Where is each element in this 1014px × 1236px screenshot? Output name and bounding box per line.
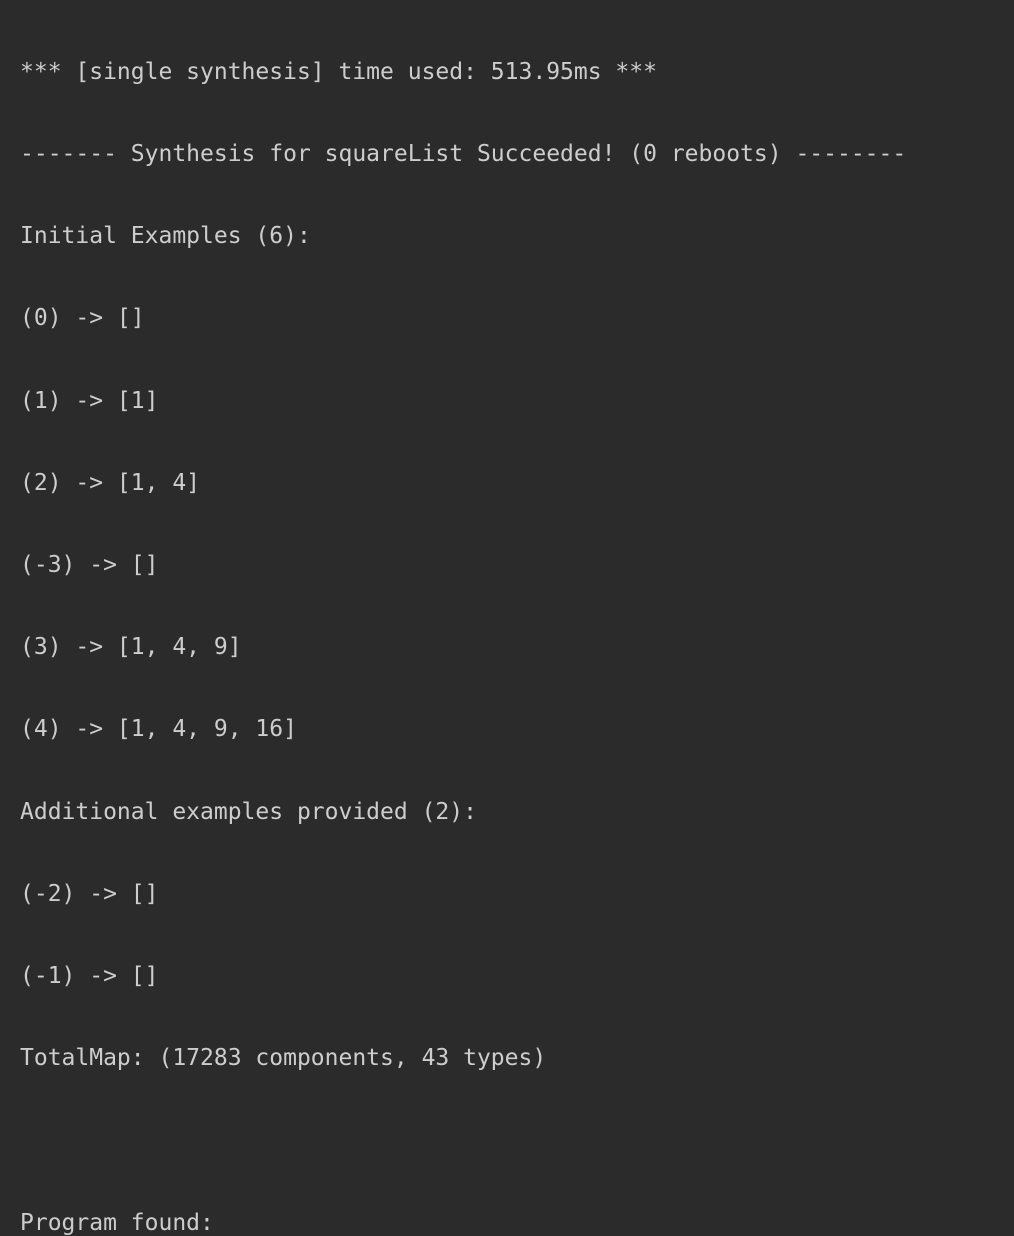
console-line: (-1) -> [] <box>20 963 159 990</box>
console-line: Additional examples provided (2): <box>20 798 477 825</box>
console-line: (0) -> [] <box>20 305 145 332</box>
console-line: Initial Examples (6): <box>20 223 311 250</box>
console-line: (2) -> [1, 4] <box>20 469 201 496</box>
console-line: (1) -> [1] <box>20 387 159 414</box>
console-line: (3) -> [1, 4, 9] <box>20 634 242 661</box>
console-line: *** [single synthesis] time used: 513.95… <box>20 58 657 85</box>
console-line-blank <box>20 1127 1014 1154</box>
console-line: Program found: <box>20 1209 214 1236</box>
console-line: (-3) -> [] <box>20 552 159 579</box>
console-line: (4) -> [1, 4, 9, 16] <box>20 716 297 743</box>
terminal-output-pane[interactable]: *** [single synthesis] time used: 513.95… <box>0 0 1014 1236</box>
console-line: (-2) -> [] <box>20 880 159 907</box>
console-line: TotalMap: (17283 components, 43 types) <box>20 1045 547 1072</box>
console-line: ------- Synthesis for squareList Succeed… <box>20 141 907 168</box>
